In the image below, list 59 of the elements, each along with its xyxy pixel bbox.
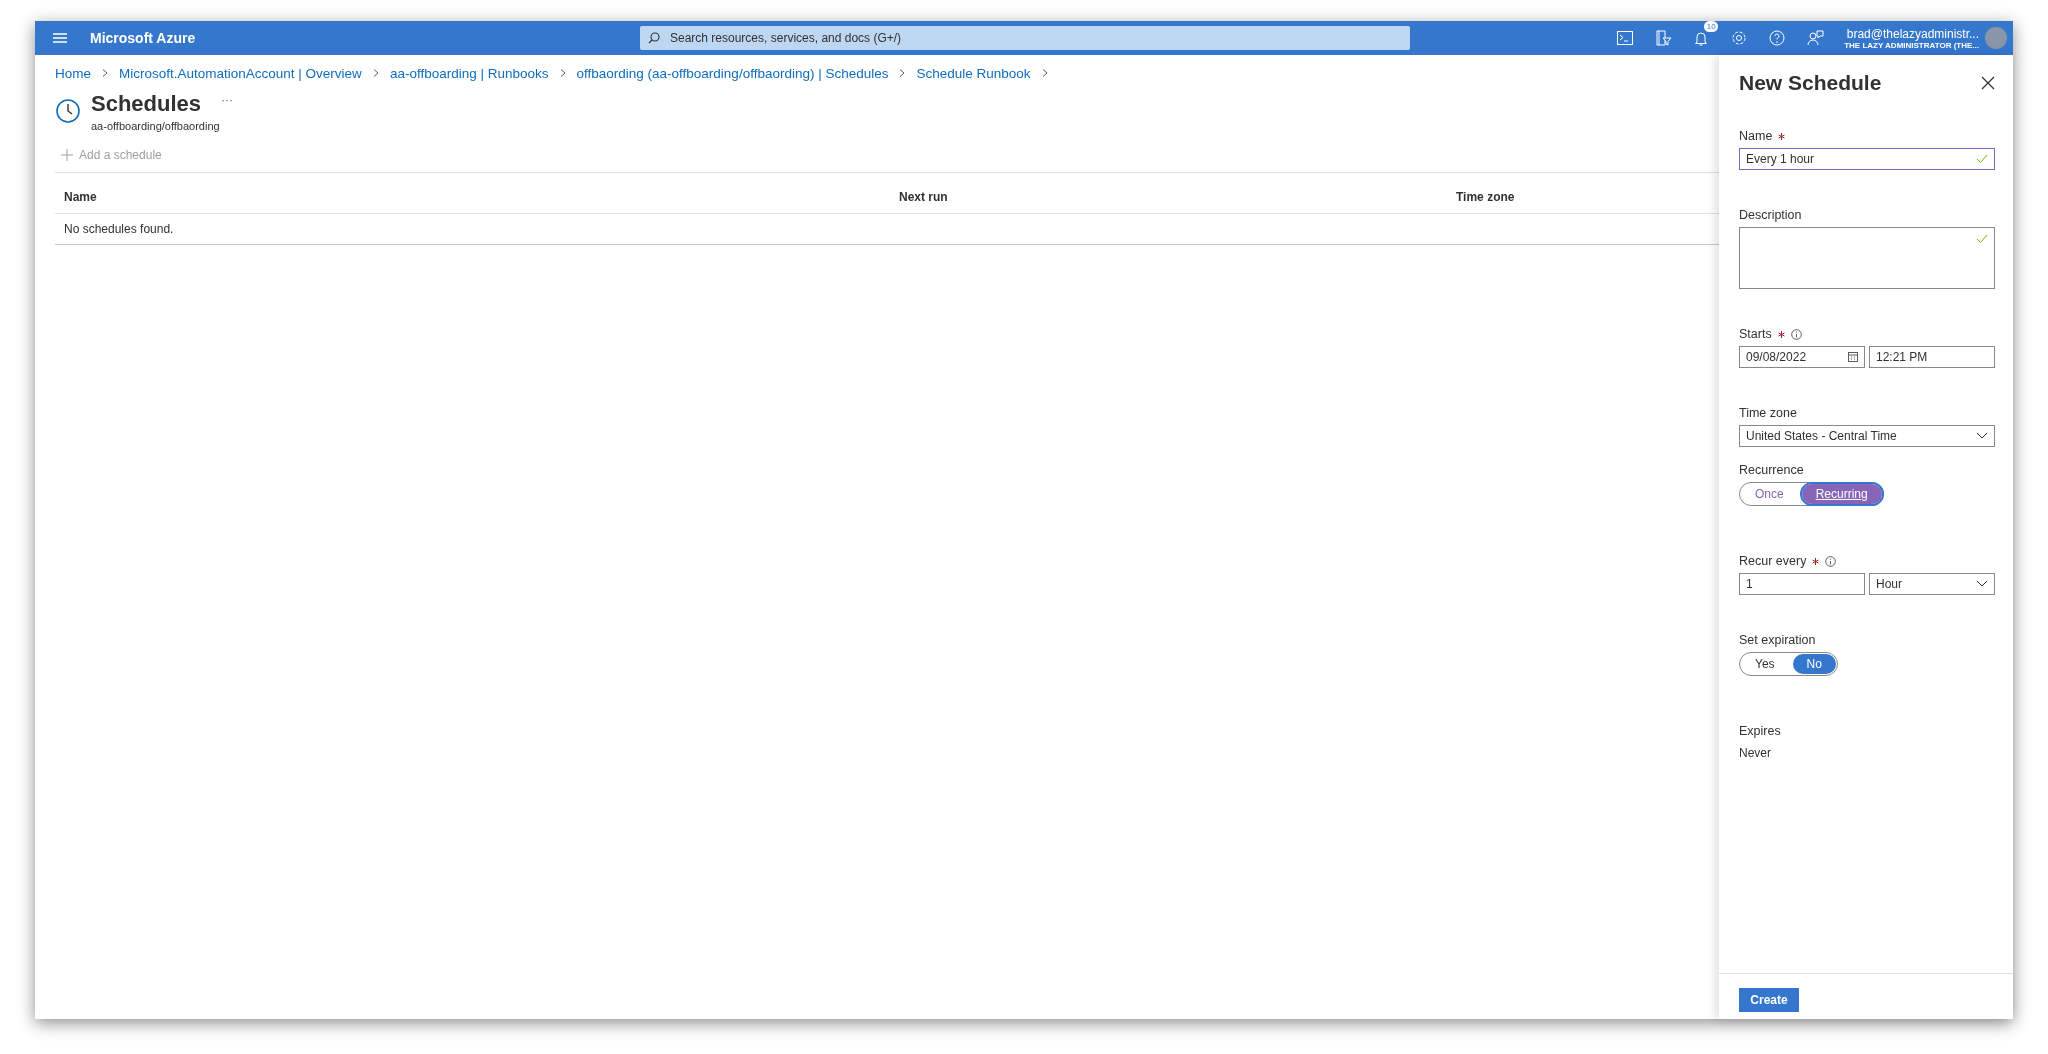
chevron-down-icon [1976,432,1988,440]
page-title: Schedules [91,91,202,117]
info-icon[interactable] [1825,555,1837,567]
terminal-icon[interactable] [1615,28,1636,48]
toggle-option[interactable]: No [1792,654,1836,674]
chevron-right-icon [558,69,567,77]
help-icon[interactable] [1767,28,1788,48]
feedback-icon[interactable] [1805,28,1826,48]
date-picker-field[interactable]: 09/08/2022 [1739,346,1865,368]
number-input-field[interactable]: 1 [1739,573,1865,595]
name-input-field[interactable]: Every 1 hour [1739,148,1995,170]
field-label: Description [1739,208,1802,222]
description-textarea[interactable] [1739,227,1995,289]
unit-dropdown[interactable]: Hour [1869,573,1995,595]
breadcrumb-link[interactable]: Schedule Runbook [916,65,1031,81]
chevron-right-icon [1040,69,1049,77]
breadcrumb-link[interactable]: offbaording (aa-offboarding/offbaording) | Schedules [576,65,889,81]
chevron-right-icon [101,69,109,77]
chevron-right-icon [898,69,907,77]
chevron-down-icon [1976,580,1988,588]
search-field[interactable]: Search resources, services, and docs (G+/) [640,26,1410,50]
field-value: Never [1739,746,1772,760]
field-label: Name [1739,129,1773,143]
field-label: Starts [1739,327,1772,341]
breadcrumb-link[interactable]: Home [55,65,91,81]
breadcrumb-link[interactable]: Microsoft.AutomationAccount | Overview [119,65,362,81]
field-label: Recur every [1739,554,1807,568]
info-icon[interactable] [1790,328,1802,340]
menu-icon[interactable] [53,33,67,43]
panel-title: New Schedule [1739,71,1882,95]
calendar-icon[interactable] [1848,352,1858,362]
field-label: Time zone [1739,406,1797,420]
time-zone-dropdown[interactable]: United States - Central Time [1739,425,1995,447]
close-icon[interactable] [1981,76,1995,90]
notification-count-badge: 10 [1704,21,1719,32]
toggle-option[interactable]: Once [1741,484,1798,504]
toggle-option[interactable]: Yes [1741,654,1789,674]
brand-title[interactable]: Microsoft Azure [90,30,640,46]
time-input-field[interactable]: 12:21 PM [1869,346,1995,368]
more-options-button[interactable]: ··· [221,93,234,117]
clock-icon [55,98,81,124]
tenant-name[interactable]: THE LAZY ADMINISTRATOR (THE... [1844,40,1979,50]
column-header[interactable]: Next run [890,190,1447,204]
column-header[interactable]: Name [55,190,890,204]
field-label: Recurrence [1739,463,1804,477]
breadcrumb-link[interactable]: aa-offboarding | Runbooks [389,65,549,81]
field-label: Set expiration [1739,633,1816,647]
filter-book-icon[interactable] [1653,28,1674,48]
column-header[interactable]: Time zone [1447,190,1719,204]
search-input[interactable]: Search resources, services, and docs (G+/) [668,30,1402,46]
empty-message: No schedules found. [55,214,1719,245]
plus-icon [61,149,73,161]
field-label: Expires [1739,724,1781,738]
account-name[interactable]: brad@thelazyadministr... [1846,26,1979,41]
page-subtitle: aa-offboarding/offbaording [91,120,221,132]
chevron-right-icon [371,69,380,77]
create-button[interactable]: Create [1739,988,1799,1012]
search-icon [648,32,660,44]
toggle-option[interactable]: Recurring [1801,484,1882,504]
